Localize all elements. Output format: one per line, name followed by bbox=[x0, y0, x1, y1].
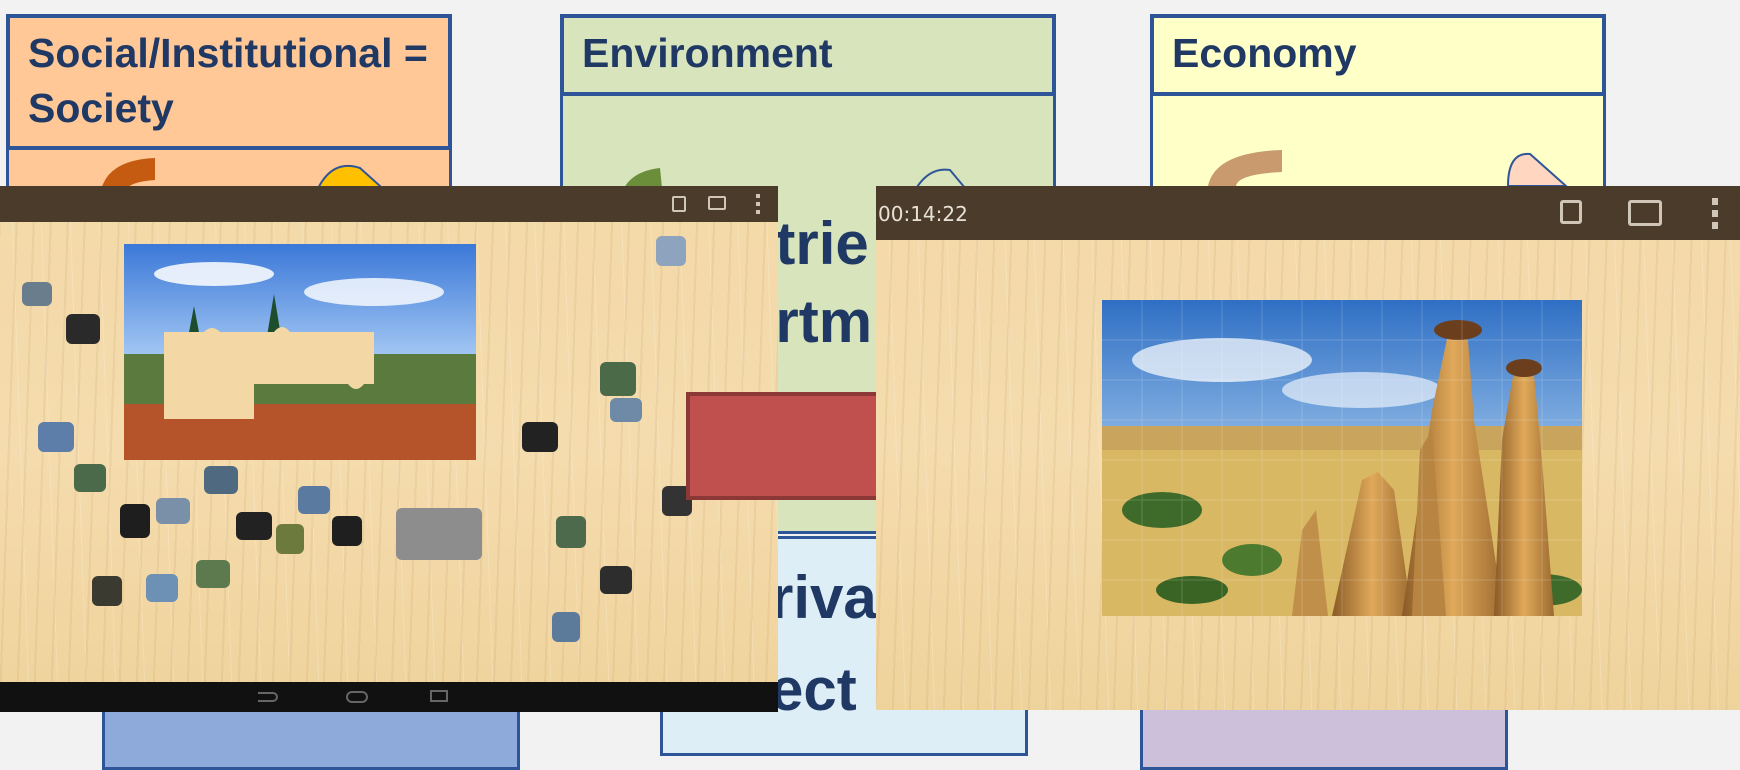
overflow-menu-icon[interactable] bbox=[1712, 198, 1718, 230]
social-title: Social/Institutional = Society bbox=[28, 30, 428, 131]
puzzle-piece[interactable] bbox=[552, 612, 580, 642]
android-nav-bar bbox=[0, 682, 778, 712]
puzzle-piece[interactable] bbox=[66, 314, 100, 344]
overflow-menu-icon[interactable] bbox=[756, 194, 760, 214]
partial-puzzle-image bbox=[124, 244, 476, 460]
elapsed-timer: 00:14:22 bbox=[878, 202, 968, 226]
puzzle-piece[interactable] bbox=[298, 486, 330, 514]
economy-title: Economy bbox=[1172, 30, 1357, 76]
back-icon[interactable] bbox=[258, 692, 278, 702]
puzzle-piece[interactable] bbox=[38, 422, 74, 452]
puzzle-piece[interactable] bbox=[74, 464, 106, 492]
puzzle-piece[interactable] bbox=[146, 574, 178, 602]
puzzle-piece[interactable] bbox=[610, 398, 642, 422]
solved-puzzle-screenshot: 00:14:22 bbox=[876, 186, 1740, 710]
image-icon[interactable] bbox=[708, 196, 726, 210]
environment-header: Environment bbox=[560, 14, 1056, 96]
puzzle-piece[interactable] bbox=[92, 576, 122, 606]
puzzle-piece[interactable] bbox=[396, 508, 482, 560]
completed-puzzle-image bbox=[1102, 300, 1582, 616]
puzzle-piece[interactable] bbox=[332, 516, 362, 546]
puzzle-piece[interactable] bbox=[236, 512, 272, 540]
top-action-bar bbox=[0, 186, 778, 222]
puzzle-piece[interactable] bbox=[156, 498, 190, 524]
puzzle-piece[interactable] bbox=[600, 362, 636, 396]
puzzle-piece[interactable] bbox=[22, 282, 52, 306]
social-header: Social/Institutional = Society bbox=[6, 14, 452, 150]
puzzle-piece[interactable] bbox=[204, 466, 238, 494]
environment-title: Environment bbox=[582, 30, 833, 76]
puzzle-piece[interactable] bbox=[600, 566, 632, 594]
puzzle-piece[interactable] bbox=[656, 236, 686, 266]
lock-icon[interactable] bbox=[672, 196, 686, 212]
cycle-arrow-economy-icon bbox=[1208, 150, 1568, 186]
sector-word: ect bbox=[770, 660, 857, 722]
puzzle-piece[interactable] bbox=[276, 524, 304, 554]
unsolved-puzzle-screenshot bbox=[0, 186, 778, 712]
puzzle-piece[interactable] bbox=[196, 560, 230, 588]
puzzle-piece[interactable] bbox=[120, 504, 150, 538]
top-action-bar: 00:14:22 bbox=[876, 186, 1740, 240]
recent-apps-icon[interactable] bbox=[430, 690, 448, 702]
puzzle-piece[interactable] bbox=[556, 516, 586, 548]
home-icon[interactable] bbox=[346, 691, 368, 703]
lock-icon[interactable] bbox=[1560, 200, 1582, 224]
economy-header: Economy bbox=[1150, 14, 1606, 96]
image-icon[interactable] bbox=[1628, 200, 1662, 226]
puzzle-piece[interactable] bbox=[522, 422, 558, 452]
private-word: riva bbox=[770, 568, 877, 630]
